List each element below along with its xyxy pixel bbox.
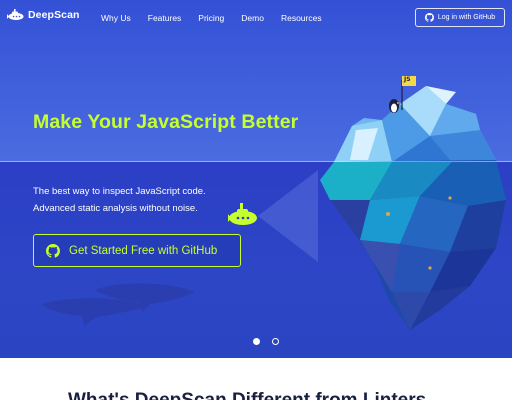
- waterline: [0, 161, 512, 162]
- page: JS DeepScan Why Us Features Pricing Demo…: [0, 0, 512, 400]
- carousel-dot-2[interactable]: [272, 338, 279, 345]
- nav-links: Why Us Features Pricing Demo Resources: [101, 13, 339, 23]
- hero-headline: Make Your JavaScript Better: [33, 111, 299, 133]
- submarine-logo-icon: [7, 9, 24, 21]
- github-icon: [424, 13, 434, 22]
- nav-link-why-us[interactable]: Why Us: [101, 13, 131, 23]
- nav-link-features[interactable]: Features: [148, 13, 182, 23]
- github-login-label: Log in with GitHub: [437, 14, 496, 21]
- nav-link-pricing[interactable]: Pricing: [198, 13, 224, 23]
- top-nav: DeepScan Why Us Features Pricing Demo Re…: [0, 0, 512, 36]
- hero-subtitle-line1: The best way to inspect JavaScript code.: [33, 186, 206, 197]
- logo-link[interactable]: DeepScan: [7, 9, 80, 21]
- github-icon: [46, 243, 60, 258]
- github-login-button[interactable]: Log in with GitHub: [415, 8, 505, 27]
- logo-text: DeepScan: [28, 9, 80, 21]
- hero-section: JS: [0, 0, 512, 358]
- nav-link-demo[interactable]: Demo: [241, 13, 264, 23]
- get-started-label: Get Started Free with GitHub: [69, 244, 218, 257]
- nav-link-resources[interactable]: Resources: [281, 13, 322, 23]
- carousel-dot-1[interactable]: [253, 338, 260, 345]
- hero-subtitle-line2: Advanced static analysis without noise.: [33, 203, 198, 214]
- get-started-github-button[interactable]: Get Started Free with GitHub: [33, 234, 241, 267]
- section-heading: What's DeepScan Different from Linters: [68, 390, 426, 400]
- flag-label: JS: [404, 76, 411, 83]
